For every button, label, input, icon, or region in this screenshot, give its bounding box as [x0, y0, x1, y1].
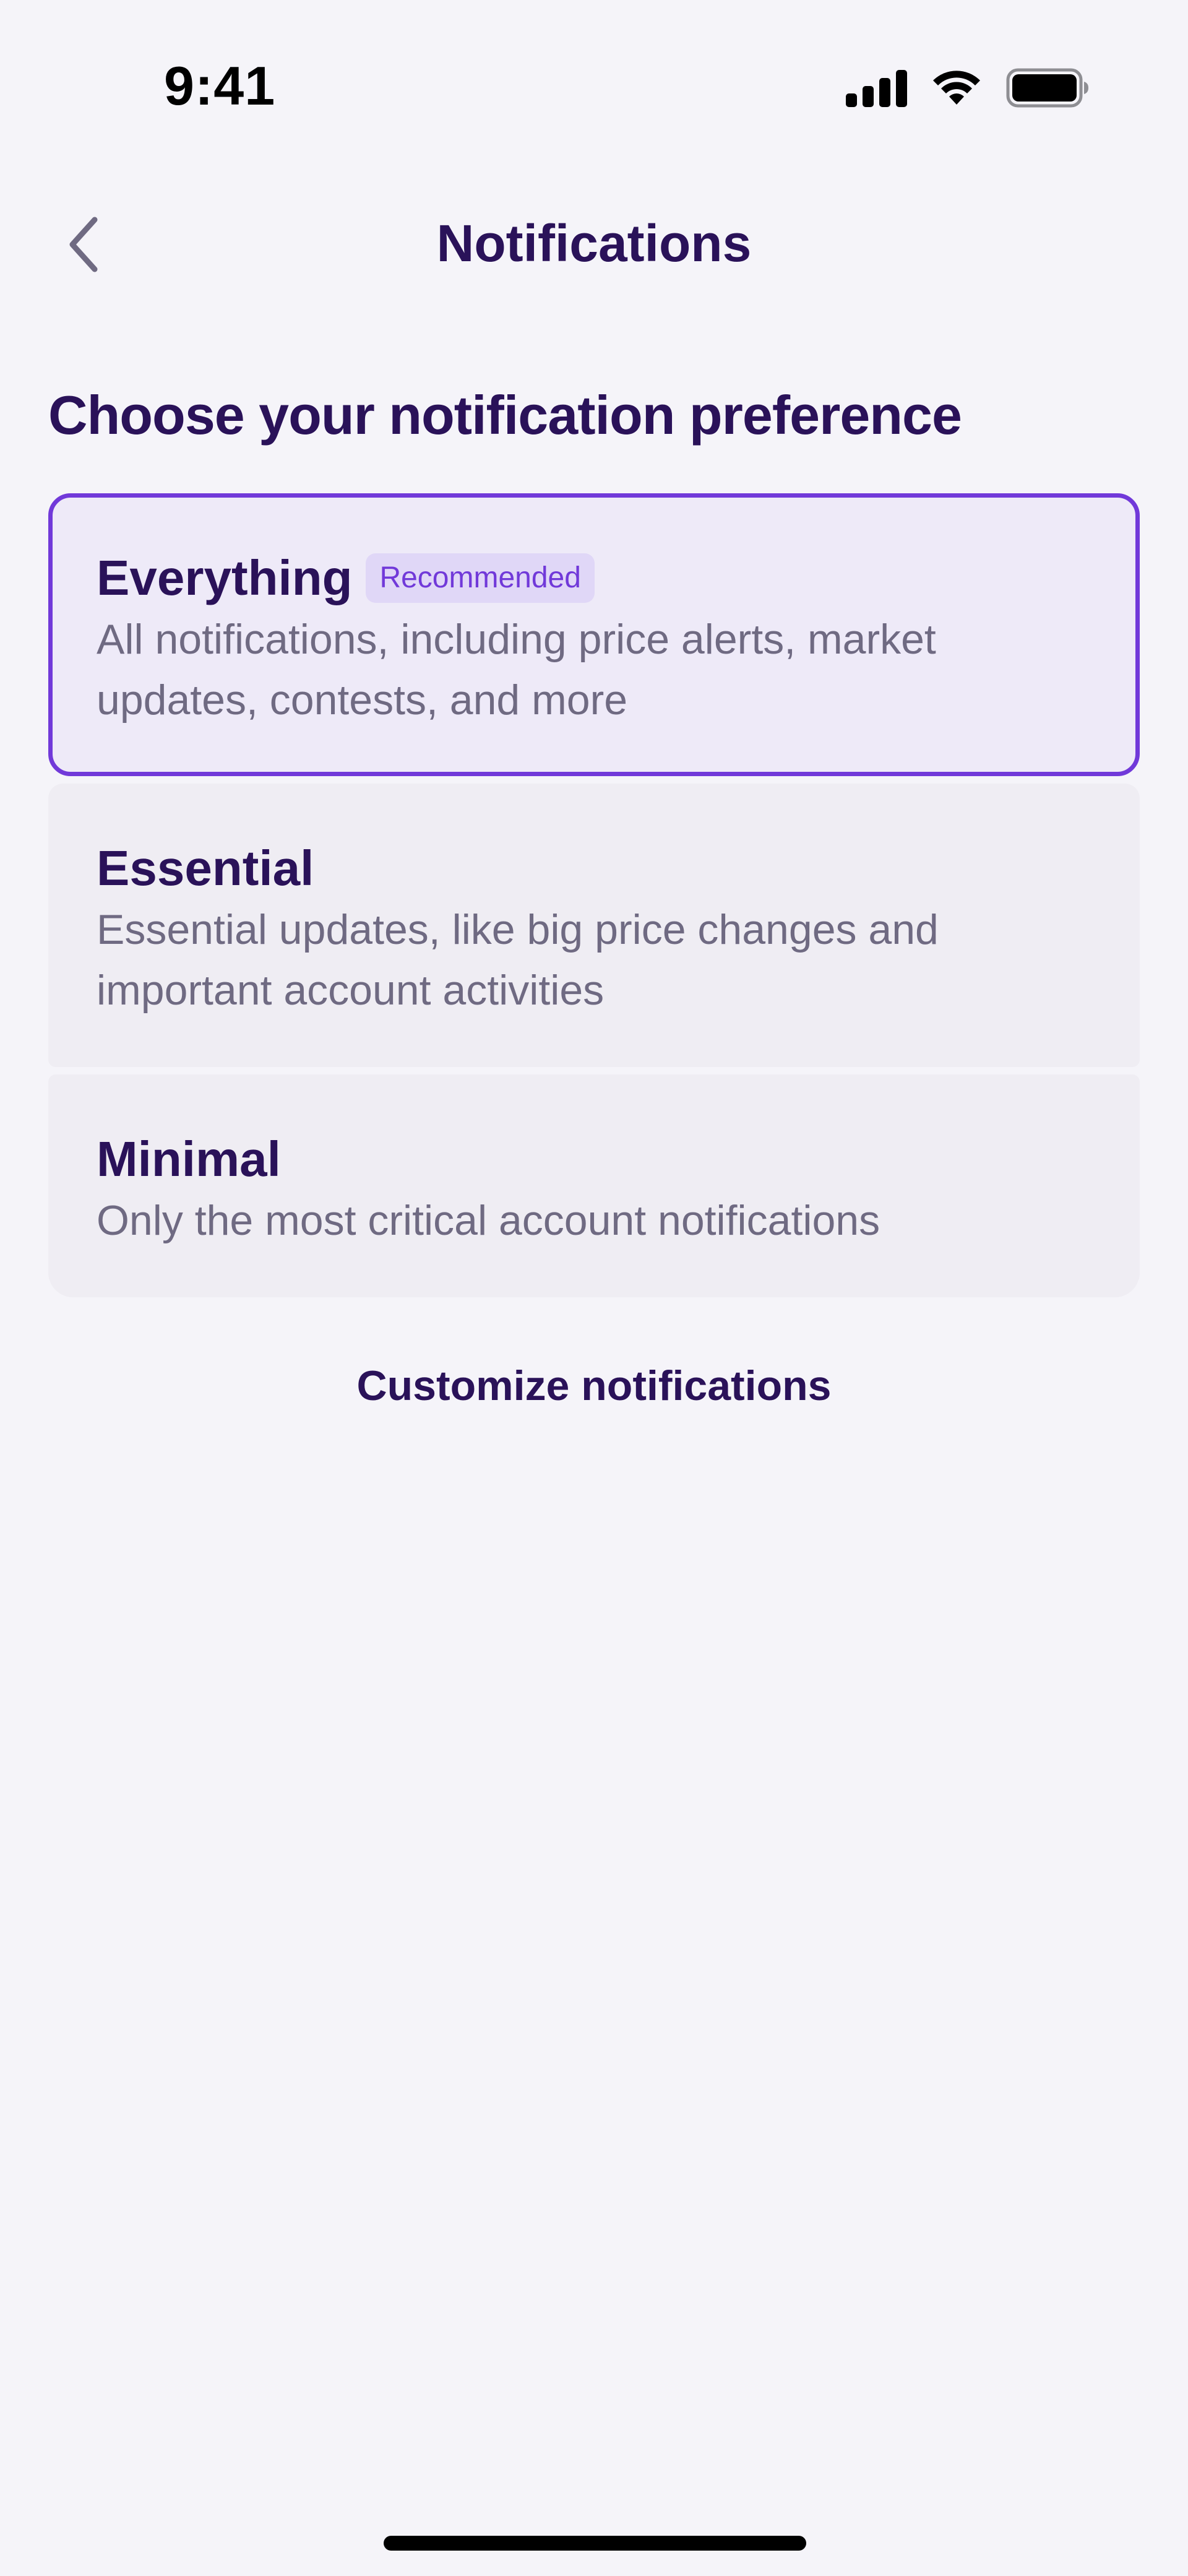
customize-notifications-link[interactable]: Customize notifications: [0, 1362, 1188, 1410]
page-title: Notifications: [436, 214, 752, 272]
option-title: Minimal: [97, 1131, 281, 1186]
option-minimal[interactable]: Minimal Only the most critical account n…: [48, 1074, 1140, 1297]
option-description: All notifications, including price alert…: [97, 616, 936, 724]
option-title-row: Minimal: [97, 1128, 1091, 1190]
option-title-row: Everything Recommended: [97, 547, 1091, 609]
option-description: Essential updates, like big price change…: [97, 906, 939, 1014]
option-essential[interactable]: Essential Essential updates, like big pr…: [48, 784, 1140, 1067]
option-title: Essential: [97, 841, 314, 896]
wifi-icon: [931, 69, 983, 107]
status-time: 9:41: [164, 55, 276, 116]
status-icons: [846, 68, 1089, 108]
status-bar: 9:41: [0, 0, 1188, 149]
option-description: Only the most critical account notificat…: [97, 1197, 880, 1244]
option-everything[interactable]: Everything Recommended All notifications…: [48, 493, 1140, 776]
recommended-badge: Recommended: [366, 553, 595, 603]
nav-header: Notifications: [0, 186, 1188, 309]
option-title-row: Essential: [97, 837, 1091, 899]
section-heading: Choose your notification preference: [48, 384, 962, 446]
battery-icon: [1006, 68, 1089, 108]
cellular-signal-icon: [846, 69, 907, 107]
home-indicator[interactable]: [384, 2536, 806, 2551]
option-title: Everything: [97, 550, 353, 605]
